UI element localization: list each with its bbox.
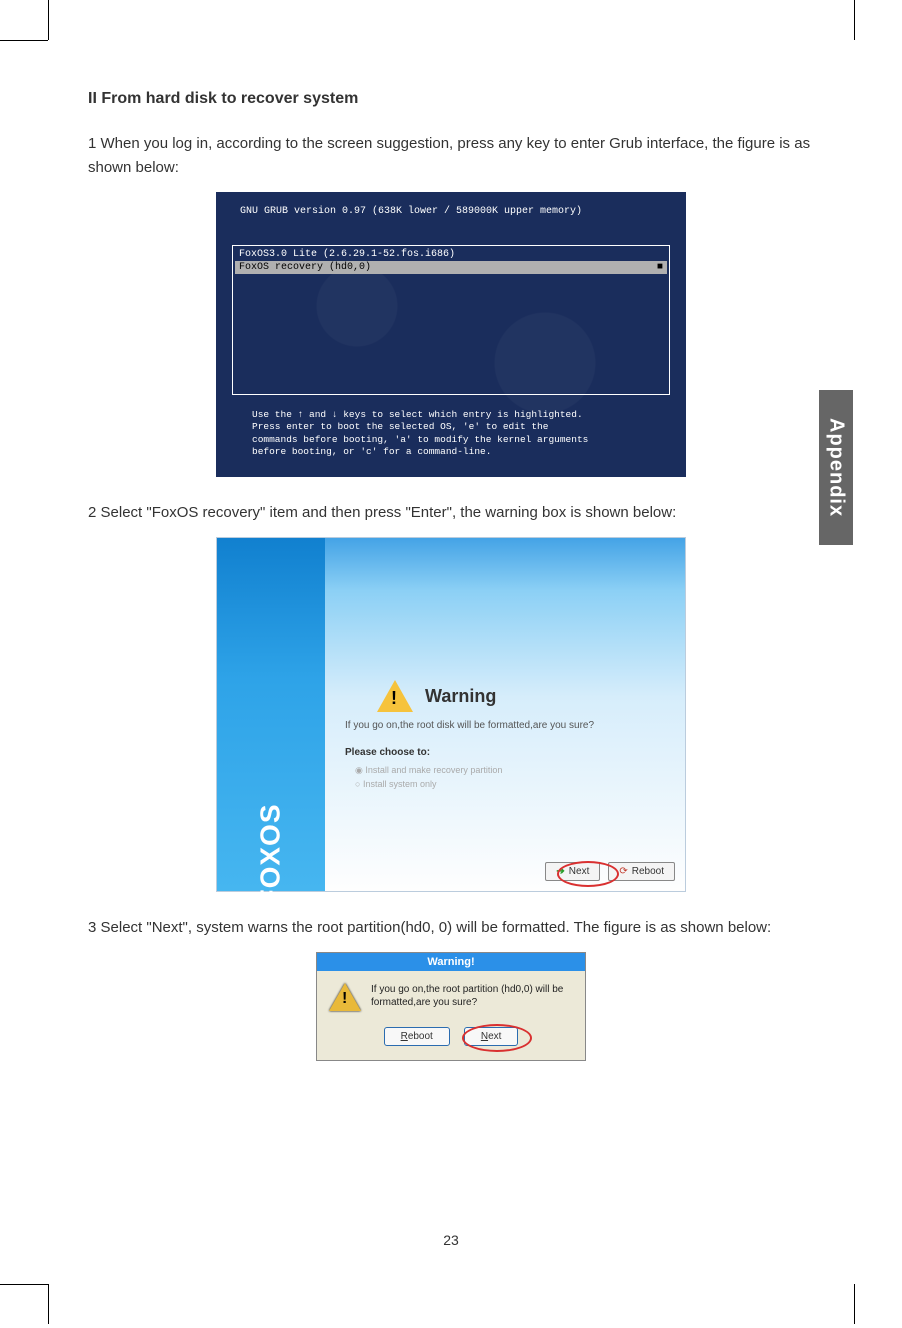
crop-mark <box>0 40 48 41</box>
reboot-button-label: Reboot <box>632 866 664 877</box>
grub-menu-item[interactable]: FoxOS3.0 Lite (2.6.29.1-52.fos.i686) <box>235 248 667 261</box>
reboot-label: Reboot <box>401 1031 433 1042</box>
next-button-label: Next <box>569 866 590 877</box>
arrow-right-icon: ➔ <box>556 866 564 877</box>
foxos-logo: FOXOS <box>255 803 287 906</box>
crop-mark <box>48 1284 49 1324</box>
grub-screenshot: GNU GRUB version 0.97 (638K lower / 5890… <box>216 192 686 477</box>
foxos-screenshot: FOXOS Warning If you go on,the root disk… <box>216 537 686 892</box>
reboot-icon: ⟳ <box>619 866 627 877</box>
reboot-button[interactable]: ⟳ Reboot <box>608 862 675 881</box>
dialog-body: If you go on,the root partition (hd0,0) … <box>317 971 585 1017</box>
warning-icon <box>377 680 413 712</box>
crop-mark <box>854 0 855 40</box>
warning-dialog: Warning! If you go on,the root partition… <box>316 952 586 1061</box>
foxos-sidebar: FOXOS <box>217 538 325 891</box>
crop-mark <box>48 0 49 40</box>
next-button[interactable]: ➔ Next <box>545 862 600 881</box>
dialog-title: Warning! <box>317 953 585 971</box>
warning-icon <box>329 983 361 1011</box>
dialog-message: If you go on,the root partition (hd0,0) … <box>371 983 573 1011</box>
page-content: II From hard disk to recover system 1 Wh… <box>88 90 814 1061</box>
option-label: Install and make recovery partition <box>365 765 502 775</box>
grub-menu-item-label: FoxOS recovery (hd0,0) <box>239 262 371 273</box>
grub-help-text: Use the ↑ and ↓ keys to select which ent… <box>232 409 670 458</box>
warning-title: Warning <box>425 686 496 707</box>
option-label: Install system only <box>363 779 437 789</box>
page-number: 23 <box>0 1232 902 1248</box>
option-radio[interactable]: ○ Install system only <box>355 778 673 792</box>
dialog-buttons: Reboot Next <box>317 1017 585 1060</box>
warning-header: Warning <box>377 680 673 712</box>
step3-text: 3 Select "Next", system warns the root p… <box>88 916 814 940</box>
next-label: Next <box>481 1031 502 1042</box>
choose-label: Please choose to: <box>345 747 673 758</box>
step2-text: 2 Select "FoxOS recovery" item and then … <box>88 501 814 525</box>
warning-subtext: If you go on,the root disk will be forma… <box>345 720 673 731</box>
grub-menu-item-selected[interactable]: FoxOS recovery (hd0,0) ■ <box>235 261 667 274</box>
grub-menu: FoxOS3.0 Lite (2.6.29.1-52.fos.i686) Fox… <box>232 245 670 395</box>
crop-mark <box>0 1284 48 1285</box>
next-button[interactable]: Next <box>464 1027 519 1046</box>
appendix-tab: Appendix <box>819 390 853 545</box>
reboot-button[interactable]: Reboot <box>384 1027 450 1046</box>
foxos-body: Warning If you go on,the root disk will … <box>325 538 685 891</box>
options-list: ◉ Install and make recovery partition ○ … <box>355 764 673 791</box>
step1-text: 1 When you log in, according to the scre… <box>88 132 814 180</box>
appendix-label: Appendix <box>825 418 848 517</box>
section-heading: II From hard disk to recover system <box>88 90 814 108</box>
button-row: ➔ Next ⟳ Reboot <box>545 862 675 881</box>
selection-marker-icon: ■ <box>657 262 663 273</box>
option-radio[interactable]: ◉ Install and make recovery partition <box>355 764 673 778</box>
crop-mark <box>854 1284 855 1324</box>
grub-title: GNU GRUB version 0.97 (638K lower / 5890… <box>240 206 670 217</box>
